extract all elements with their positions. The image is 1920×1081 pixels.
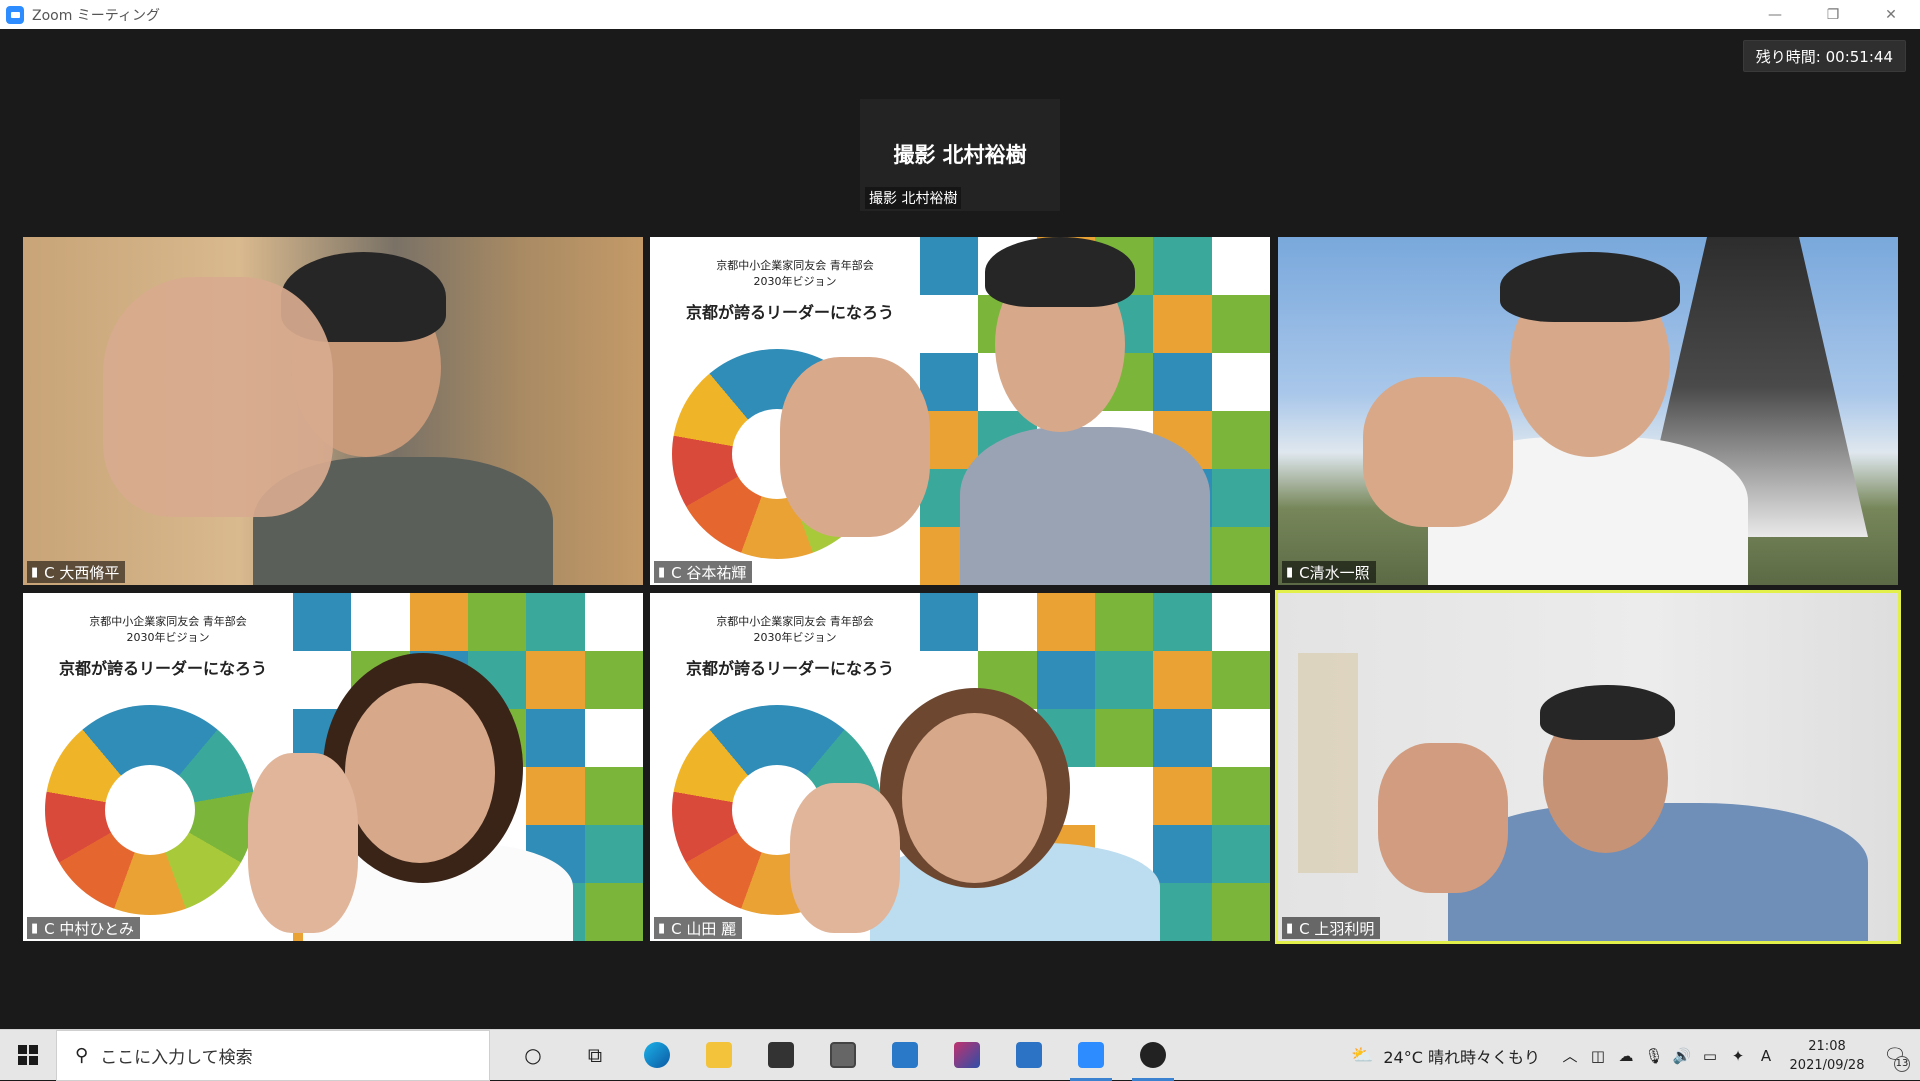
participant-tile[interactable]: 京都中小企業家同友会 青年部会2030年ビジョン 京都が誇るリーダーになろう ▮… [650, 237, 1270, 585]
participant-tile-active[interactable]: ▮ C 上羽利明 [1278, 593, 1898, 941]
participant-name-tag: ▮ C 山田 麗 [654, 917, 742, 939]
camera-icon[interactable]: ◫ [1584, 1047, 1612, 1065]
participant-hair [1500, 252, 1680, 322]
notification-center-icon[interactable]: 🗨 13 [1870, 1045, 1920, 1066]
participant-name-tag: ▮ C 大西脩平 [27, 561, 125, 583]
close-button[interactable]: ✕ [1862, 0, 1920, 29]
participant-name-tag: ▮ C 上羽利明 [1282, 917, 1380, 939]
minimize-button[interactable]: — [1746, 0, 1804, 29]
photo-icon[interactable] [812, 1030, 874, 1081]
pin-icon: ▮ [31, 921, 38, 936]
participant-name: C 上羽利明 [1299, 918, 1374, 939]
system-tray: ⛅ 24°C 晴れ時々くもり ︿ ◫ ☁ 🎙 🔊 ▭ ✦ A 21:08 202… [1351, 1030, 1920, 1081]
participant-tile[interactable]: ▮ C 大西脩平 [23, 237, 643, 585]
hand-gesture [248, 753, 358, 933]
ime-indicator[interactable]: A [1752, 1047, 1780, 1065]
zoom-app-icon [6, 6, 24, 24]
hand-gesture [780, 357, 930, 537]
participant-name: C 谷本祐輝 [671, 562, 746, 583]
taskbar-search-box[interactable]: ⚲ ここに入力して検索 [56, 1030, 490, 1081]
participant-tile[interactable]: 京都中小企業家同友会 青年部会2030年ビジョン 京都が誇るリーダーになろう ▮… [23, 593, 643, 941]
slide-org-text: 京都中小企業家同友会 青年部会2030年ビジョン [680, 257, 910, 289]
active-speaker-name-tag: 撮影 北村裕樹 [865, 187, 961, 209]
pin-icon: ▮ [658, 565, 665, 580]
volume-icon[interactable]: 🔊 [1668, 1047, 1696, 1065]
slide-org-text: 京都中小企業家同友会 青年部会2030年ビジョン [680, 613, 910, 645]
pin-icon: ▮ [658, 921, 665, 936]
search-placeholder: ここに入力して検索 [100, 1043, 253, 1068]
window-controls: — ❐ ✕ [1746, 0, 1920, 29]
cloud-icon[interactable]: ☁ [1612, 1047, 1640, 1065]
edge-icon[interactable] [626, 1030, 688, 1081]
calculator-icon[interactable] [998, 1030, 1060, 1081]
slide-headline: 京都が誇るリーダーになろう [670, 299, 910, 323]
restore-button[interactable]: ❐ [1804, 0, 1862, 29]
participant-name: C 大西脩平 [44, 562, 119, 583]
meeting-area: 残り時間: 00:51:44 撮影 北村裕樹 撮影 北村裕樹 ▮ C 大西脩平 … [0, 29, 1920, 1029]
participant-tile[interactable]: ▮ C清水一照 [1278, 237, 1898, 585]
clock-date: 2021/09/28 [1784, 1056, 1870, 1075]
participant-video [960, 427, 1210, 585]
participant-video [1448, 803, 1868, 941]
title-bar: Zoom ミーティング — ❐ ✕ [0, 0, 1920, 29]
start-button[interactable] [0, 1030, 56, 1081]
pin-icon: ▮ [1286, 565, 1293, 580]
slide-org-text: 京都中小企業家同友会 青年部会2030年ビジョン [53, 613, 283, 645]
dropbox-icon[interactable]: ✦ [1724, 1047, 1752, 1065]
hand-gesture [790, 783, 900, 933]
microphone-icon[interactable]: 🎙 [1640, 1047, 1668, 1065]
search-icon: ⚲ [75, 1045, 88, 1066]
participant-name-tag: ▮ C清水一照 [1282, 561, 1376, 583]
weather-widget[interactable]: ⛅ 24°C 晴れ時々くもり [1351, 1044, 1540, 1068]
participant-name: C 山田 麗 [671, 918, 736, 939]
weather-text: 24°C 晴れ時々くもり [1383, 1044, 1540, 1068]
participant-name: C清水一照 [1299, 562, 1369, 583]
slide-headline: 京都が誇るリーダーになろう [670, 655, 910, 679]
room-object [1298, 653, 1358, 873]
clock-time: 21:08 [1784, 1037, 1870, 1056]
hand-gesture [1363, 377, 1513, 527]
remaining-time-badge: 残り時間: 00:51:44 [1743, 40, 1906, 72]
participant-name-tag: ▮ C 谷本祐輝 [654, 561, 752, 583]
participant-face [902, 713, 1047, 883]
cortana-icon[interactable]: ○ [502, 1030, 564, 1081]
active-speaker-tile[interactable]: 撮影 北村裕樹 撮影 北村裕樹 [860, 99, 1060, 211]
vision-wheel-graphic [45, 705, 255, 915]
battery-icon[interactable]: ▭ [1696, 1047, 1724, 1065]
app2-icon[interactable] [1122, 1030, 1184, 1081]
hand-gesture [103, 277, 333, 517]
participant-face [345, 683, 495, 863]
store-icon[interactable] [750, 1030, 812, 1081]
participant-tile[interactable]: 京都中小企業家同友会 青年部会2030年ビジョン 京都が誇るリーダーになろう ▮… [650, 593, 1270, 941]
window-title: Zoom ミーティング [32, 5, 160, 25]
windows-taskbar: ⚲ ここに入力して検索 ○ ⧉ ⛅ 24°C 晴れ時々くもり ︿ ◫ ☁ 🎙 🔊… [0, 1029, 1920, 1080]
mail-icon[interactable] [874, 1030, 936, 1081]
participant-name-tag: ▮ C 中村ひとみ [27, 917, 140, 939]
notification-count-badge: 13 [1894, 1056, 1910, 1072]
pin-icon: ▮ [1286, 921, 1293, 936]
slide-headline: 京都が誇るリーダーになろう [43, 655, 283, 679]
zoom-icon[interactable] [1060, 1030, 1122, 1081]
pin-icon: ▮ [31, 565, 38, 580]
participant-hair [985, 237, 1135, 307]
participant-name: C 中村ひとみ [44, 918, 134, 939]
active-speaker-display-name: 撮影 北村裕樹 [860, 139, 1060, 169]
taskbar-apps: ○ ⧉ [502, 1030, 1184, 1081]
taskbar-clock[interactable]: 21:08 2021/09/28 [1784, 1037, 1870, 1075]
app-icon[interactable] [936, 1030, 998, 1081]
file-explorer-icon[interactable] [688, 1030, 750, 1081]
windows-logo-icon [18, 1045, 38, 1065]
weather-icon: ⛅ [1351, 1045, 1373, 1066]
chevron-up-icon[interactable]: ︿ [1556, 1045, 1584, 1066]
hand-gesture [1378, 743, 1508, 893]
participant-hair [1540, 685, 1675, 740]
task-view-icon[interactable]: ⧉ [564, 1030, 626, 1081]
